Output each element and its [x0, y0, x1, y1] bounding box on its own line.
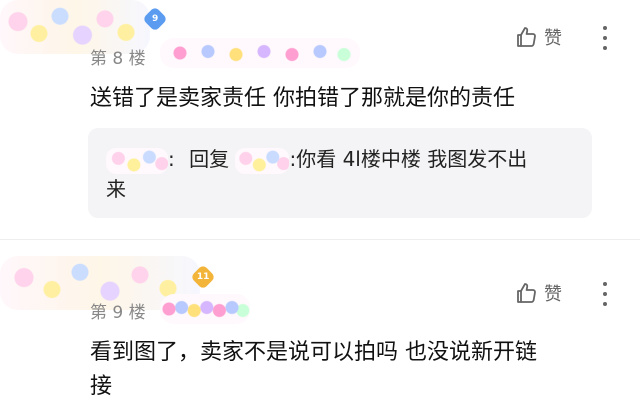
- post-divider: [0, 239, 640, 240]
- like-button[interactable]: 赞: [514, 280, 562, 306]
- reply-line-2: 来: [106, 177, 126, 201]
- reply-text: :你看 4l楼中楼 我图发不出: [289, 147, 528, 171]
- reply-word: 回复: [189, 147, 230, 171]
- more-dot: [603, 26, 607, 30]
- username-mask: [160, 294, 250, 324]
- comment-body-line-1: 看到图了，卖家不是说可以拍吗 也没说新开链: [90, 340, 537, 365]
- reply-colon: :: [168, 147, 175, 171]
- like-button[interactable]: 赞: [514, 24, 562, 50]
- more-dot: [603, 36, 607, 40]
- username-mask: [160, 38, 360, 68]
- reply-preview[interactable]: : 回复 :你看 4l楼中楼 我图发不出 来: [88, 128, 592, 218]
- comment-body: 送错了是卖家责任 你拍错了那就是你的责任: [90, 86, 515, 111]
- floor-label: 第 8 楼: [90, 49, 146, 69]
- comment-body-line-2: 接: [90, 374, 113, 399]
- thumbs-up-icon: [517, 27, 536, 47]
- more-dot: [603, 282, 607, 286]
- like-label: 赞: [544, 28, 562, 49]
- reply-line-1: : 回复 :你看 4l楼中楼 我图发不出: [106, 144, 586, 174]
- comment-post-9: 11 第 9 楼 赞 看到图了，卖家不是说可以拍吗 也没说新开链 接: [0, 250, 640, 412]
- comment-post-8: 9 第 8 楼 赞 送错了是卖家责任 你拍错了那就是你的责任 : 回复 :你看 …: [0, 0, 640, 238]
- thumbs-up-icon: [517, 283, 536, 303]
- reply-author-mask: [106, 147, 168, 174]
- more-dot: [603, 302, 607, 306]
- floor-label: 第 9 楼: [90, 303, 146, 323]
- like-label: 赞: [544, 284, 562, 305]
- reply-target-mask: [235, 147, 290, 174]
- more-dot: [603, 46, 607, 50]
- more-options-button[interactable]: [602, 282, 608, 306]
- more-dot: [603, 292, 607, 296]
- more-options-button[interactable]: [602, 26, 608, 50]
